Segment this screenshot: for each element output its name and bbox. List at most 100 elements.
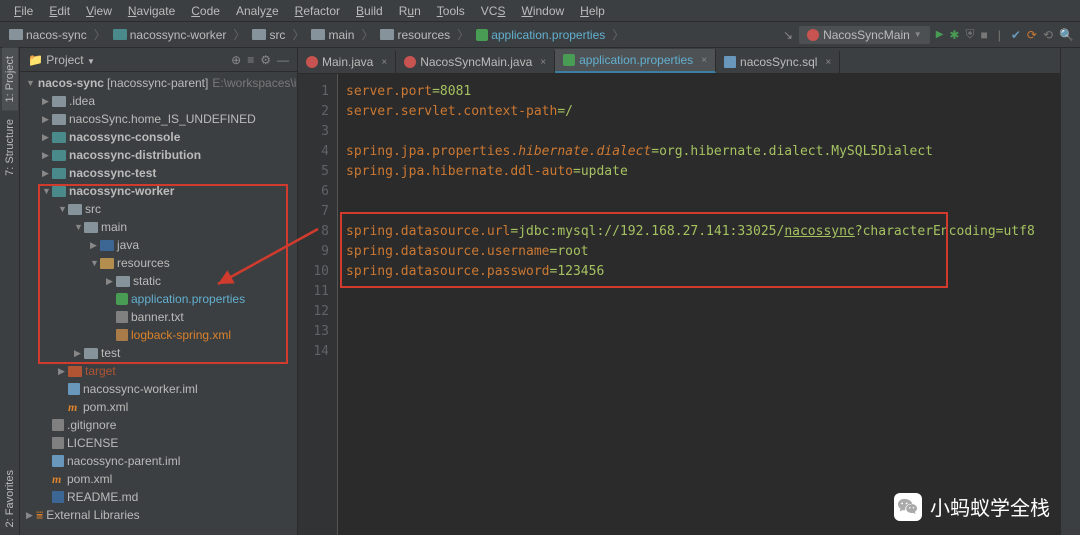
- tree-java[interactable]: ▶java: [20, 236, 297, 254]
- crumb-separator: 〉: [231, 26, 247, 43]
- debug-button[interactable]: ✱: [949, 28, 959, 42]
- module-icon: [52, 168, 66, 179]
- code-line[interactable]: [346, 302, 1060, 322]
- folder-icon: [52, 114, 66, 125]
- code-line[interactable]: spring.datasource.url=jdbc:mysql://192.1…: [346, 222, 1060, 242]
- close-icon[interactable]: ×: [377, 57, 387, 68]
- crumb-src[interactable]: src: [249, 27, 288, 43]
- code-line[interactable]: [346, 282, 1060, 302]
- close-icon[interactable]: ×: [821, 57, 831, 68]
- tree-home[interactable]: ▶nacosSync.home_IS_UNDEFINED: [20, 110, 297, 128]
- text-file-icon: [52, 419, 64, 431]
- code-text-area[interactable]: server.port=8081server.servlet.context-p…: [338, 74, 1060, 535]
- tree-app-properties[interactable]: application.properties: [20, 290, 297, 308]
- sync-icon[interactable]: ✔: [1011, 28, 1021, 42]
- tab-nacossyncmain[interactable]: NacosSyncMain.java×: [396, 51, 555, 73]
- tab-application-properties[interactable]: application.properties×: [555, 49, 716, 73]
- tab-main-java[interactable]: Main.java×: [298, 51, 396, 73]
- tree-readme[interactable]: README.md: [20, 488, 297, 506]
- search-icon[interactable]: 🔍: [1059, 28, 1074, 42]
- crumb-main[interactable]: main: [308, 27, 357, 43]
- editor-tabs: Main.java× NacosSyncMain.java× applicati…: [298, 48, 1060, 74]
- crumb-resources[interactable]: resources: [377, 27, 453, 43]
- tree-pom1[interactable]: mpom.xml: [20, 398, 297, 416]
- tree-license[interactable]: LICENSE: [20, 434, 297, 452]
- tree-pom2[interactable]: mpom.xml: [20, 470, 297, 488]
- tree-src[interactable]: ▼src: [20, 200, 297, 218]
- code-line[interactable]: [346, 182, 1060, 202]
- vcs-icon[interactable]: ⟳: [1027, 28, 1037, 42]
- tab-project[interactable]: 1: Project: [2, 48, 18, 111]
- code-line[interactable]: [346, 322, 1060, 342]
- menu-vcs[interactable]: VCS: [473, 2, 514, 20]
- tree-main[interactable]: ▼main: [20, 218, 297, 236]
- tab-nacossync-sql[interactable]: nacosSync.sql×: [716, 51, 840, 73]
- tab-favorites[interactable]: 2: Favorites: [2, 462, 18, 535]
- tree-worker[interactable]: ▼nacossync-worker: [20, 182, 297, 200]
- collapse-icon[interactable]: ≡: [247, 53, 254, 67]
- crumb-file[interactable]: application.properties: [473, 27, 608, 43]
- module-icon: [52, 186, 66, 197]
- code-line[interactable]: server.port=8081: [346, 82, 1060, 102]
- right-tool-stripe: [1060, 48, 1080, 535]
- hide-icon[interactable]: —: [277, 53, 289, 67]
- tree-console[interactable]: ▶nacossync-console: [20, 128, 297, 146]
- code-line[interactable]: [346, 122, 1060, 142]
- stop-button[interactable]: ■: [980, 28, 987, 42]
- menu-help[interactable]: Help: [572, 2, 613, 20]
- tree-distribution[interactable]: ▶nacossync-distribution: [20, 146, 297, 164]
- update-icon[interactable]: ⟲: [1043, 28, 1053, 42]
- tree-target[interactable]: ▶target: [20, 362, 297, 380]
- tree-test[interactable]: ▶nacossync-test: [20, 164, 297, 182]
- tree-logback[interactable]: logback-spring.xml: [20, 326, 297, 344]
- menu-tools[interactable]: Tools: [429, 2, 473, 20]
- coverage-button[interactable]: ⛨: [965, 27, 974, 42]
- tree-parent-iml[interactable]: nacossync-parent.iml: [20, 452, 297, 470]
- module-icon: [52, 150, 66, 161]
- editor-body[interactable]: 1234567891011121314 server.port=8081serv…: [298, 74, 1060, 535]
- code-line[interactable]: spring.jpa.hibernate.ddl-auto=update: [346, 162, 1060, 182]
- code-line[interactable]: [346, 342, 1060, 362]
- tree-banner[interactable]: banner.txt: [20, 308, 297, 326]
- build-icon[interactable]: ↘: [783, 28, 793, 42]
- menu-edit[interactable]: Edit: [41, 2, 78, 20]
- run-config-selector[interactable]: NacosSyncMain ▼: [799, 26, 930, 44]
- code-line[interactable]: server.servlet.context-path=/: [346, 102, 1060, 122]
- line-number-gutter: 1234567891011121314: [298, 74, 338, 535]
- menu-refactor[interactable]: Refactor: [287, 2, 348, 20]
- tree-testfolder[interactable]: ▶test: [20, 344, 297, 362]
- tree-resources[interactable]: ▼resources: [20, 254, 297, 272]
- project-view-combo[interactable]: 📁 Project ▼: [28, 53, 95, 67]
- menu-file[interactable]: File: [6, 2, 41, 20]
- code-line[interactable]: spring.datasource.username=root: [346, 242, 1060, 262]
- menu-window[interactable]: Window: [513, 2, 572, 20]
- tree-idea[interactable]: ▶.idea: [20, 92, 297, 110]
- project-tree[interactable]: ▼ nacos-sync [nacossync-parent] E:\works…: [20, 72, 297, 535]
- folder-icon: [113, 29, 127, 40]
- tree-static[interactable]: ▶static: [20, 272, 297, 290]
- code-line[interactable]: [346, 202, 1060, 222]
- menu-view[interactable]: View: [78, 2, 120, 20]
- tab-structure[interactable]: 7: Structure: [2, 111, 18, 184]
- close-icon[interactable]: ×: [697, 55, 707, 66]
- tree-gitignore[interactable]: .gitignore: [20, 416, 297, 434]
- iml-file-icon: [52, 455, 64, 467]
- code-line[interactable]: spring.jpa.properties.hibernate.dialect=…: [346, 142, 1060, 162]
- menu-run[interactable]: Run: [391, 2, 429, 20]
- code-line[interactable]: spring.datasource.password=123456: [346, 262, 1060, 282]
- tree-worker-iml[interactable]: nacossync-worker.iml: [20, 380, 297, 398]
- crumb-module[interactable]: nacossync-worker: [110, 27, 230, 43]
- close-icon[interactable]: ×: [536, 57, 546, 68]
- tree-extlib[interactable]: ▶⩸External Libraries: [20, 506, 297, 524]
- gear-icon[interactable]: ⚙: [260, 53, 271, 67]
- maven-file-icon: m: [52, 473, 64, 485]
- menu-build[interactable]: Build: [348, 2, 391, 20]
- run-toolbar: ↘ NacosSyncMain ▼ ▶ ✱ ⛨ ■ | ✔ ⟳ ⟲ 🔍: [783, 26, 1074, 44]
- menu-analyze[interactable]: Analyze: [228, 2, 287, 20]
- menu-navigate[interactable]: Navigate: [120, 2, 183, 20]
- menu-code[interactable]: Code: [183, 2, 228, 20]
- crumb-root[interactable]: nacos-sync: [6, 27, 90, 43]
- tree-root[interactable]: ▼ nacos-sync [nacossync-parent] E:\works…: [20, 74, 297, 92]
- autoscroll-icon[interactable]: ⊕: [231, 53, 241, 67]
- run-button[interactable]: ▶: [936, 29, 944, 40]
